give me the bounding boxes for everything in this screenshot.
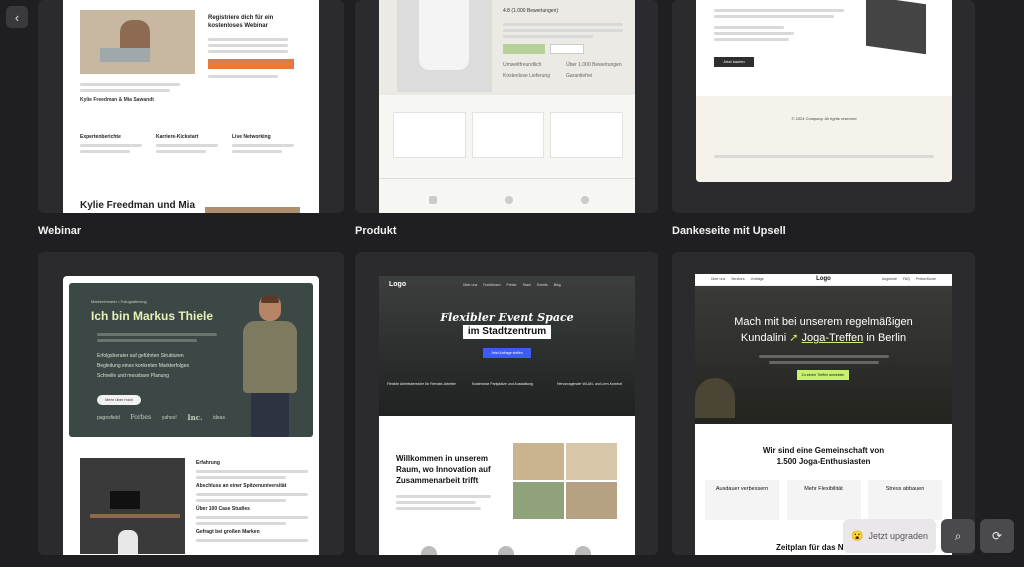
produkt-feature-3: Kostenlose Lieferung xyxy=(503,73,550,79)
review-card xyxy=(550,112,624,158)
label-produkt: Produkt xyxy=(355,225,397,237)
event-cta-button[interactable]: Jetzt Anfrage stellen xyxy=(483,348,531,358)
back-button[interactable]: ‹ xyxy=(6,6,28,28)
markus-list-1: Erfahrung xyxy=(196,460,220,466)
event-nav-item[interactable]: Funktionen xyxy=(483,283,500,287)
register-button[interactable] xyxy=(208,59,294,69)
product-secondary-button[interactable] xyxy=(550,44,584,54)
template-card-markus[interactable]: Markenberater • Fotografierung Ich bin M… xyxy=(38,252,344,555)
logo-yahoo: yahoo! xyxy=(161,414,177,421)
markus-list-3: Über 100 Case Studies xyxy=(196,506,250,512)
refresh-icon: ⟳ xyxy=(991,529,1003,543)
label-webinar: Webinar xyxy=(38,225,82,237)
hosts-name: Kylie Freedman & Mia Sawandt xyxy=(80,97,154,103)
logo-forbes: Forbes xyxy=(130,414,152,421)
benefit-card-2: Mehr Flexibilität xyxy=(786,480,861,520)
template-card-produkt[interactable]: 4.8 (1.000 Bewertungen) Umweltfreundlich… xyxy=(355,0,658,213)
refresh-button[interactable]: ⟳ xyxy=(980,519,1014,553)
produkt-feature-2: Über 1.000 Bewertungen xyxy=(566,62,622,68)
rating-note: 4.8 (1.000 Bewertungen) xyxy=(503,8,559,14)
markus-bullet-3: Schnelle und messbare Planung xyxy=(97,373,169,379)
markus-kicker: Markenberater • Fotografierung xyxy=(91,299,147,304)
markus-bullet-2: Begleitung eines konkreten Markterfolges xyxy=(97,363,189,369)
review-card xyxy=(393,112,466,158)
search-icon: ⌕ xyxy=(954,528,962,543)
thumbnail-yoga: Über uns Services Vorträge Logo Angebote… xyxy=(695,274,952,555)
yoga-cta-button[interactable]: Zu einem Treffen anmelden xyxy=(797,370,849,380)
label-dankeseite: Dankeseite mit Upsell xyxy=(672,225,786,237)
markus-bullet-1: Erfolgsberater auf geführten Strukturen xyxy=(97,353,184,359)
office-image xyxy=(80,458,185,554)
search-button[interactable]: ⌕ xyxy=(941,519,975,553)
upgrade-label: Jetzt upgraden xyxy=(868,531,928,541)
upgrade-button[interactable]: 😮 Jetzt upgraden xyxy=(843,519,936,553)
benefit-card-1: Ausdauer verbessern xyxy=(705,480,779,520)
yoga-headline-2b: Joga-Treffen xyxy=(801,332,864,344)
yoga-nav-item[interactable]: Preise/Kurse xyxy=(916,277,936,281)
yoga-hero: Mach mit bei unserem regelmäßigen Kundal… xyxy=(695,286,952,424)
thumbnail-produkt: 4.8 (1.000 Bewertungen) Umweltfreundlich… xyxy=(379,0,635,213)
product-primary-button[interactable] xyxy=(503,44,545,54)
danke-cta-button[interactable]: Jetzt kaufen xyxy=(714,57,754,67)
yoga-headline-2a: Kundalini xyxy=(740,332,787,344)
template-card-webinar[interactable]: Registriere dich für ein kostenloses Web… xyxy=(38,0,344,213)
markus-portrait xyxy=(237,295,303,437)
markus-list-2: Abschluss an einer Spitzenuniversität xyxy=(196,483,287,489)
event-nav-item[interactable]: Über uns xyxy=(463,283,477,287)
thumbnail-event: Logo Über uns Funktionen Preise Team Eve… xyxy=(379,276,635,555)
yoga-nav-item[interactable]: Angebote xyxy=(882,277,897,281)
event-gallery xyxy=(513,443,617,519)
event-welcome: Willkommen in unserem Raum, wo Innovatio… xyxy=(396,454,491,485)
leaf-icon: ➚ xyxy=(789,332,799,344)
event-headline-2: im Stadtzentrum xyxy=(463,325,551,339)
yoga-schedule-heading: Zeitplan für das N xyxy=(776,543,844,552)
template-gallery: ‹ Registriere dich für ein kostenloses W… xyxy=(0,0,1024,567)
markus-cta-button[interactable]: Mehr über mich xyxy=(97,395,141,405)
webinar-bottom-heading: Kylie Freedman und Mia xyxy=(80,200,196,211)
event-nav-item[interactable]: Blog xyxy=(554,283,561,287)
product-image xyxy=(397,0,492,92)
feature-expertenberichte: Expertenberichte xyxy=(80,134,121,140)
produkt-feature-1: Umweltfreundlich xyxy=(503,62,542,68)
markus-headline: Ich bin Markus Thiele xyxy=(91,309,214,323)
thumbnail-dankeseite: Jetzt kaufen © 2024 Company. All rights … xyxy=(696,0,952,182)
produkt-feature-4: Garantiefrei xyxy=(566,73,593,79)
yoga-headline-2c: in Berlin xyxy=(866,332,907,344)
thumbnail-markus: Markenberater • Fotografierung Ich bin M… xyxy=(63,276,319,555)
feature-karriere: Karriere-Kickstart xyxy=(156,134,199,140)
feature-networking: Live Networking xyxy=(232,134,271,140)
template-card-dankeseite[interactable]: Jetzt kaufen © 2024 Company. All rights … xyxy=(672,0,975,213)
event-stat-2: Kostenlose Parkplätze und Ausstattung xyxy=(472,382,533,386)
template-card-event[interactable]: Logo Über uns Funktionen Preise Team Eve… xyxy=(355,252,658,555)
event-stat-3: Hervorragender WLAN- und Lern-Komfort xyxy=(557,382,622,386)
logo-inc: Inc. xyxy=(187,413,203,422)
danke-footer: © 2024 Company. All rights reserved xyxy=(791,116,857,121)
webinar-hero-image xyxy=(80,10,195,74)
emoji-face-icon: 😮 xyxy=(851,530,864,542)
logo-ideas: ideas xyxy=(213,414,225,421)
yoga-headline-1: Mach mit bei unserem regelmäßigen xyxy=(734,316,913,328)
markus-list-4: Gefragt bei großen Marken xyxy=(196,529,260,535)
chevron-left-icon: ‹ xyxy=(14,9,20,25)
event-nav-item[interactable]: Preise xyxy=(507,283,517,287)
event-nav: Über uns Funktionen Preise Team Events B… xyxy=(463,283,561,287)
event-nav-item[interactable]: Events xyxy=(537,283,548,287)
yoga-community-2: 1.500 Joga-Enthusiasten xyxy=(776,457,871,466)
logo-pagesfield: pagesfield xyxy=(97,414,120,421)
thumbnail-webinar: Registriere dich für ein kostenloses Web… xyxy=(63,0,319,213)
event-nav-item[interactable]: Team xyxy=(522,283,531,287)
event-headline-1: Flexibler Event Space xyxy=(440,311,574,324)
event-stat-1: Flexible Arbeitsbereiche für Remote-Arbe… xyxy=(387,382,456,386)
yoga-nav-item[interactable]: FAQ xyxy=(903,277,910,281)
event-logo: Logo xyxy=(389,281,407,288)
template-card-yoga[interactable]: Über uns Services Vorträge Logo Angebote… xyxy=(672,252,975,555)
register-title: Registriere dich für ein kostenloses Web… xyxy=(208,15,274,29)
yoga-community-1: Wir sind eine Gemeinschaft von xyxy=(762,446,885,455)
press-logos: pagesfield Forbes yahoo! Inc. ideas xyxy=(97,413,225,422)
review-card xyxy=(471,112,545,158)
benefit-card-3: Stress abbauen xyxy=(868,480,942,520)
event-hero: Logo Über uns Funktionen Preise Team Eve… xyxy=(379,276,635,416)
